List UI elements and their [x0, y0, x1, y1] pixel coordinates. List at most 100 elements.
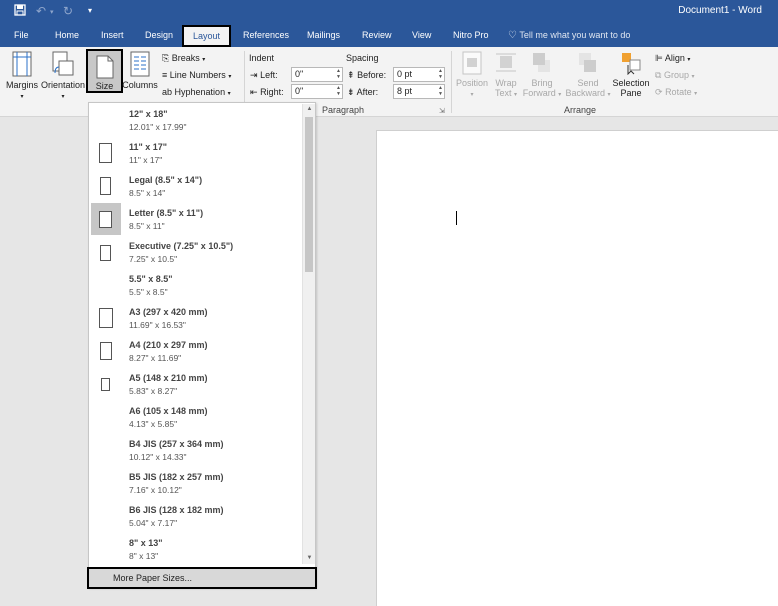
spacing-after-label: ⇟ After:: [347, 87, 379, 97]
paper-size-name: B4 JIS (257 x 364 mm): [129, 439, 224, 449]
tab-file[interactable]: File: [14, 29, 29, 44]
paper-thumbnail: [100, 245, 111, 261]
spinner-arrows-icon[interactable]: ▲ ▼: [438, 68, 443, 80]
lightbulb-icon: ♡: [508, 30, 517, 41]
chevron-down-icon: ▾: [61, 94, 65, 100]
chevron-down-icon: ▾: [687, 57, 691, 63]
spacing-before-icon: ⇞: [347, 70, 355, 80]
paper-thumbnail: [101, 378, 110, 391]
wrap-text-button[interactable]: Wrap Text ▾: [490, 51, 522, 100]
tab-design[interactable]: Design: [145, 29, 173, 44]
tab-mailings[interactable]: Mailings: [307, 29, 340, 44]
bring-forward-label-line2: Forward: [522, 88, 556, 98]
line-numbers-button[interactable]: ≡ Line Numbers ▾: [162, 69, 231, 83]
paper-size-b5-jis[interactable]: B5 JIS (182 x 257 mm) 7.16" x 10.12": [89, 467, 301, 500]
rotate-button[interactable]: ⟳ Rotate ▾: [655, 86, 697, 100]
customize-qat-icon[interactable]: ▾: [88, 6, 92, 15]
paper-size-name: A5 (148 x 210 mm): [129, 373, 208, 383]
margins-button[interactable]: Margins ▾: [4, 51, 40, 102]
paper-size-name: A3 (297 x 420 mm): [129, 307, 208, 317]
indent-left-input[interactable]: 0" ▲ ▼: [291, 67, 343, 82]
scroll-down-icon[interactable]: ▼: [303, 553, 316, 564]
spinner-arrows-icon[interactable]: ▲ ▼: [336, 68, 341, 80]
size-label: Size: [95, 81, 114, 91]
paper-size-letter[interactable]: Letter (8.5" x 11") 8.5" x 11": [89, 203, 301, 236]
tell-me-box[interactable]: ♡ Tell me what you want to do: [508, 29, 630, 42]
tab-insert[interactable]: Insert: [101, 29, 124, 44]
spinner-arrows-icon[interactable]: ▲ ▼: [438, 85, 443, 97]
hyphenation-button[interactable]: ab Hyphenation ▾: [162, 86, 231, 100]
paper-size-name: Letter (8.5" x 11"): [129, 208, 204, 218]
indent-left-value: 0": [295, 69, 304, 79]
paper-size-a4[interactable]: A4 (210 x 297 mm) 8.27" x 11.69": [89, 335, 301, 368]
send-backward-button[interactable]: Send Backward ▾: [564, 51, 612, 100]
tab-references[interactable]: References: [243, 29, 289, 44]
position-button[interactable]: Position ▾: [454, 51, 490, 100]
bring-forward-label-line1: Bring: [531, 78, 553, 88]
paper-size-name: A6 (105 x 148 mm): [129, 406, 208, 416]
paper-size-name: 5.5" x 8.5": [129, 274, 173, 284]
paper-size-name: 11" x 17": [129, 142, 168, 152]
redo-icon[interactable]: ↻: [63, 4, 73, 18]
paper-size-name: Legal (8.5" x 14"): [129, 175, 203, 185]
tab-layout[interactable]: Layout: [182, 25, 232, 47]
paper-size-11x17[interactable]: 11" x 17" 11" x 17": [89, 137, 301, 170]
rotate-label: Rotate: [665, 87, 692, 97]
spacing-after-input[interactable]: 8 pt ▲ ▼: [393, 84, 445, 99]
paper-thumbnail: [100, 342, 112, 360]
bring-forward-button[interactable]: Bring Forward ▾: [520, 51, 564, 100]
arrange-group-label: Arrange: [564, 105, 597, 115]
paper-thumbnail: [100, 177, 111, 195]
dropdown-scrollbar[interactable]: ▲ ▼: [302, 104, 315, 564]
bring-forward-icon: [533, 53, 550, 72]
orientation-icon: [52, 51, 74, 76]
paper-size-b4-jis[interactable]: B4 JIS (257 x 364 mm) 10.12" x 14.33": [89, 434, 301, 467]
spinner-arrows-icon[interactable]: ▲ ▼: [336, 85, 341, 97]
spacing-after-value: 8 pt: [397, 86, 413, 96]
paper-size-a6[interactable]: A6 (105 x 148 mm) 4.13" x 5.85": [89, 401, 301, 434]
size-button[interactable]: Size: [86, 49, 123, 93]
paper-size-a5[interactable]: A5 (148 x 210 mm) 5.83" x 8.27": [89, 368, 301, 401]
chevron-down-icon: ▾: [694, 91, 698, 97]
paper-size-12x18[interactable]: 12" x 18" 12.01" x 17.99": [89, 104, 301, 137]
paper-thumbnail: [91, 434, 121, 466]
paper-size-name: B5 JIS (182 x 257 mm): [129, 472, 224, 482]
tab-nitro-pro[interactable]: Nitro Pro: [453, 29, 489, 44]
columns-button[interactable]: Columns: [122, 51, 158, 90]
tab-view[interactable]: View: [412, 29, 431, 44]
breaks-button[interactable]: ⎘ Breaks ▾: [162, 52, 205, 66]
scrollbar-thumb[interactable]: [305, 117, 313, 272]
paper-size-b6-jis[interactable]: B6 JIS (128 x 182 mm) 5.04" x 7.17": [89, 500, 301, 533]
paper-size-5-5x8-5[interactable]: 5.5" x 8.5" 5.5" x 8.5": [89, 269, 301, 302]
paper-size-dims: 11" x 17": [129, 155, 163, 165]
document-page[interactable]: [376, 130, 778, 606]
chevron-down-icon: ▾: [691, 74, 695, 80]
paper-size-executive[interactable]: Executive (7.25" x 10.5") 7.25" x 10.5": [89, 236, 301, 269]
paper-thumbnail: [91, 269, 121, 301]
size-dropdown: 12" x 18" 12.01" x 17.99" 11" x 17" 11" …: [87, 102, 317, 589]
save-icon[interactable]: [14, 4, 26, 19]
paragraph-dialog-launcher-icon[interactable]: ⇲: [439, 107, 445, 115]
selection-pane-label-line2: Pane: [620, 88, 642, 98]
tab-home[interactable]: Home: [55, 29, 79, 44]
undo-dropdown-icon[interactable]: ▾: [50, 8, 54, 16]
paper-size-8x13[interactable]: 8" x 13" 8" x 13": [89, 533, 301, 566]
spacing-before-value: 0 pt: [397, 69, 413, 79]
paper-size-legal[interactable]: Legal (8.5" x 14") 8.5" x 14": [89, 170, 301, 203]
chevron-down-icon: ▾: [227, 91, 231, 97]
spacing-before-input[interactable]: 0 pt ▲ ▼: [393, 67, 445, 82]
scroll-up-icon[interactable]: ▲: [303, 104, 316, 115]
align-label: Align: [664, 53, 685, 63]
wrap-text-label-line2: Text: [494, 88, 512, 98]
align-button[interactable]: ⊫ Align ▾: [655, 52, 690, 66]
title-bar: ↶ ▾ ↻ ▾ Document1 - Word: [0, 0, 778, 25]
group-button[interactable]: ⧉ Group ▾: [655, 69, 695, 83]
more-paper-sizes-button[interactable]: More Paper Sizes...: [87, 567, 317, 589]
text-cursor: [456, 211, 457, 225]
tab-review[interactable]: Review: [362, 29, 392, 44]
indent-right-input[interactable]: 0" ▲ ▼: [291, 84, 343, 99]
undo-icon[interactable]: ↶: [36, 4, 46, 18]
selection-pane-button[interactable]: Selection Pane: [610, 51, 652, 98]
orientation-button[interactable]: Orientation ▾: [40, 51, 86, 102]
paper-size-a3[interactable]: A3 (297 x 420 mm) 11.69" x 16.53": [89, 302, 301, 335]
